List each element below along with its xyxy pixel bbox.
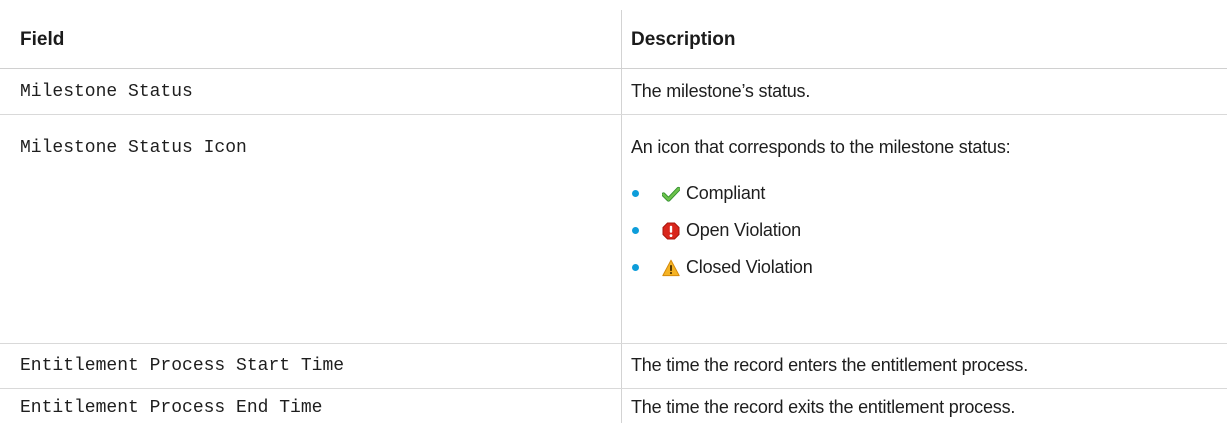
- field-cell: Entitlement Process End Time: [0, 389, 610, 423]
- header-description-label: Description: [631, 29, 736, 50]
- description-text: An icon that corresponds to the mileston…: [631, 137, 1011, 157]
- table-header-row: Field Description: [0, 0, 1227, 69]
- table-row: Entitlement Process Start Time The time …: [0, 344, 1227, 389]
- description-cell: The milestone’s status.: [622, 69, 1227, 114]
- field-cell: Milestone Status Icon: [0, 115, 610, 343]
- description-cell: The time the record exits the entitlemen…: [622, 389, 1227, 423]
- description-cell: An icon that corresponds to the mileston…: [622, 115, 1227, 343]
- status-label-open-violation: Open Violation: [686, 220, 801, 240]
- list-item: Closed Violation: [631, 249, 813, 286]
- field-cell: Milestone Status: [0, 69, 610, 114]
- status-label-closed-violation: Closed Violation: [686, 257, 813, 277]
- description-text: The time the record enters the entitleme…: [631, 355, 1028, 375]
- bullet-dot: [632, 227, 639, 234]
- status-label-compliant: Compliant: [686, 183, 766, 203]
- description-text: The milestone’s status.: [631, 81, 811, 101]
- header-field-label: Field: [20, 29, 65, 50]
- description-cell: The time the record enters the entitleme…: [622, 344, 1227, 388]
- check-icon: [662, 185, 680, 203]
- description-text: The time the record exits the entitlemen…: [631, 397, 1016, 417]
- list-item: Open Violation: [631, 212, 813, 249]
- bullet-dot: [632, 190, 639, 197]
- header-cell-field: Field: [0, 0, 610, 68]
- status-icon-list: Compliant Open Violation Closed Violatio…: [631, 175, 813, 286]
- error-icon: [662, 222, 680, 240]
- table-row: Entitlement Process End Time The time th…: [0, 389, 1227, 423]
- field-name: Entitlement Process Start Time: [20, 356, 345, 376]
- field-description-table: Field Description Milestone Status The m…: [0, 0, 1227, 423]
- table-row: Milestone Status The milestone’s status.: [0, 69, 1227, 115]
- field-name: Milestone Status: [20, 82, 193, 102]
- header-cell-description: Description: [622, 0, 1227, 68]
- field-cell: Entitlement Process Start Time: [0, 344, 610, 388]
- bullet-dot: [632, 264, 639, 271]
- warning-icon: [662, 259, 680, 277]
- list-item: Compliant: [631, 175, 813, 212]
- field-name: Entitlement Process End Time: [20, 398, 323, 418]
- table-row: Milestone Status Icon An icon that corre…: [0, 115, 1227, 344]
- field-name: Milestone Status Icon: [20, 138, 247, 158]
